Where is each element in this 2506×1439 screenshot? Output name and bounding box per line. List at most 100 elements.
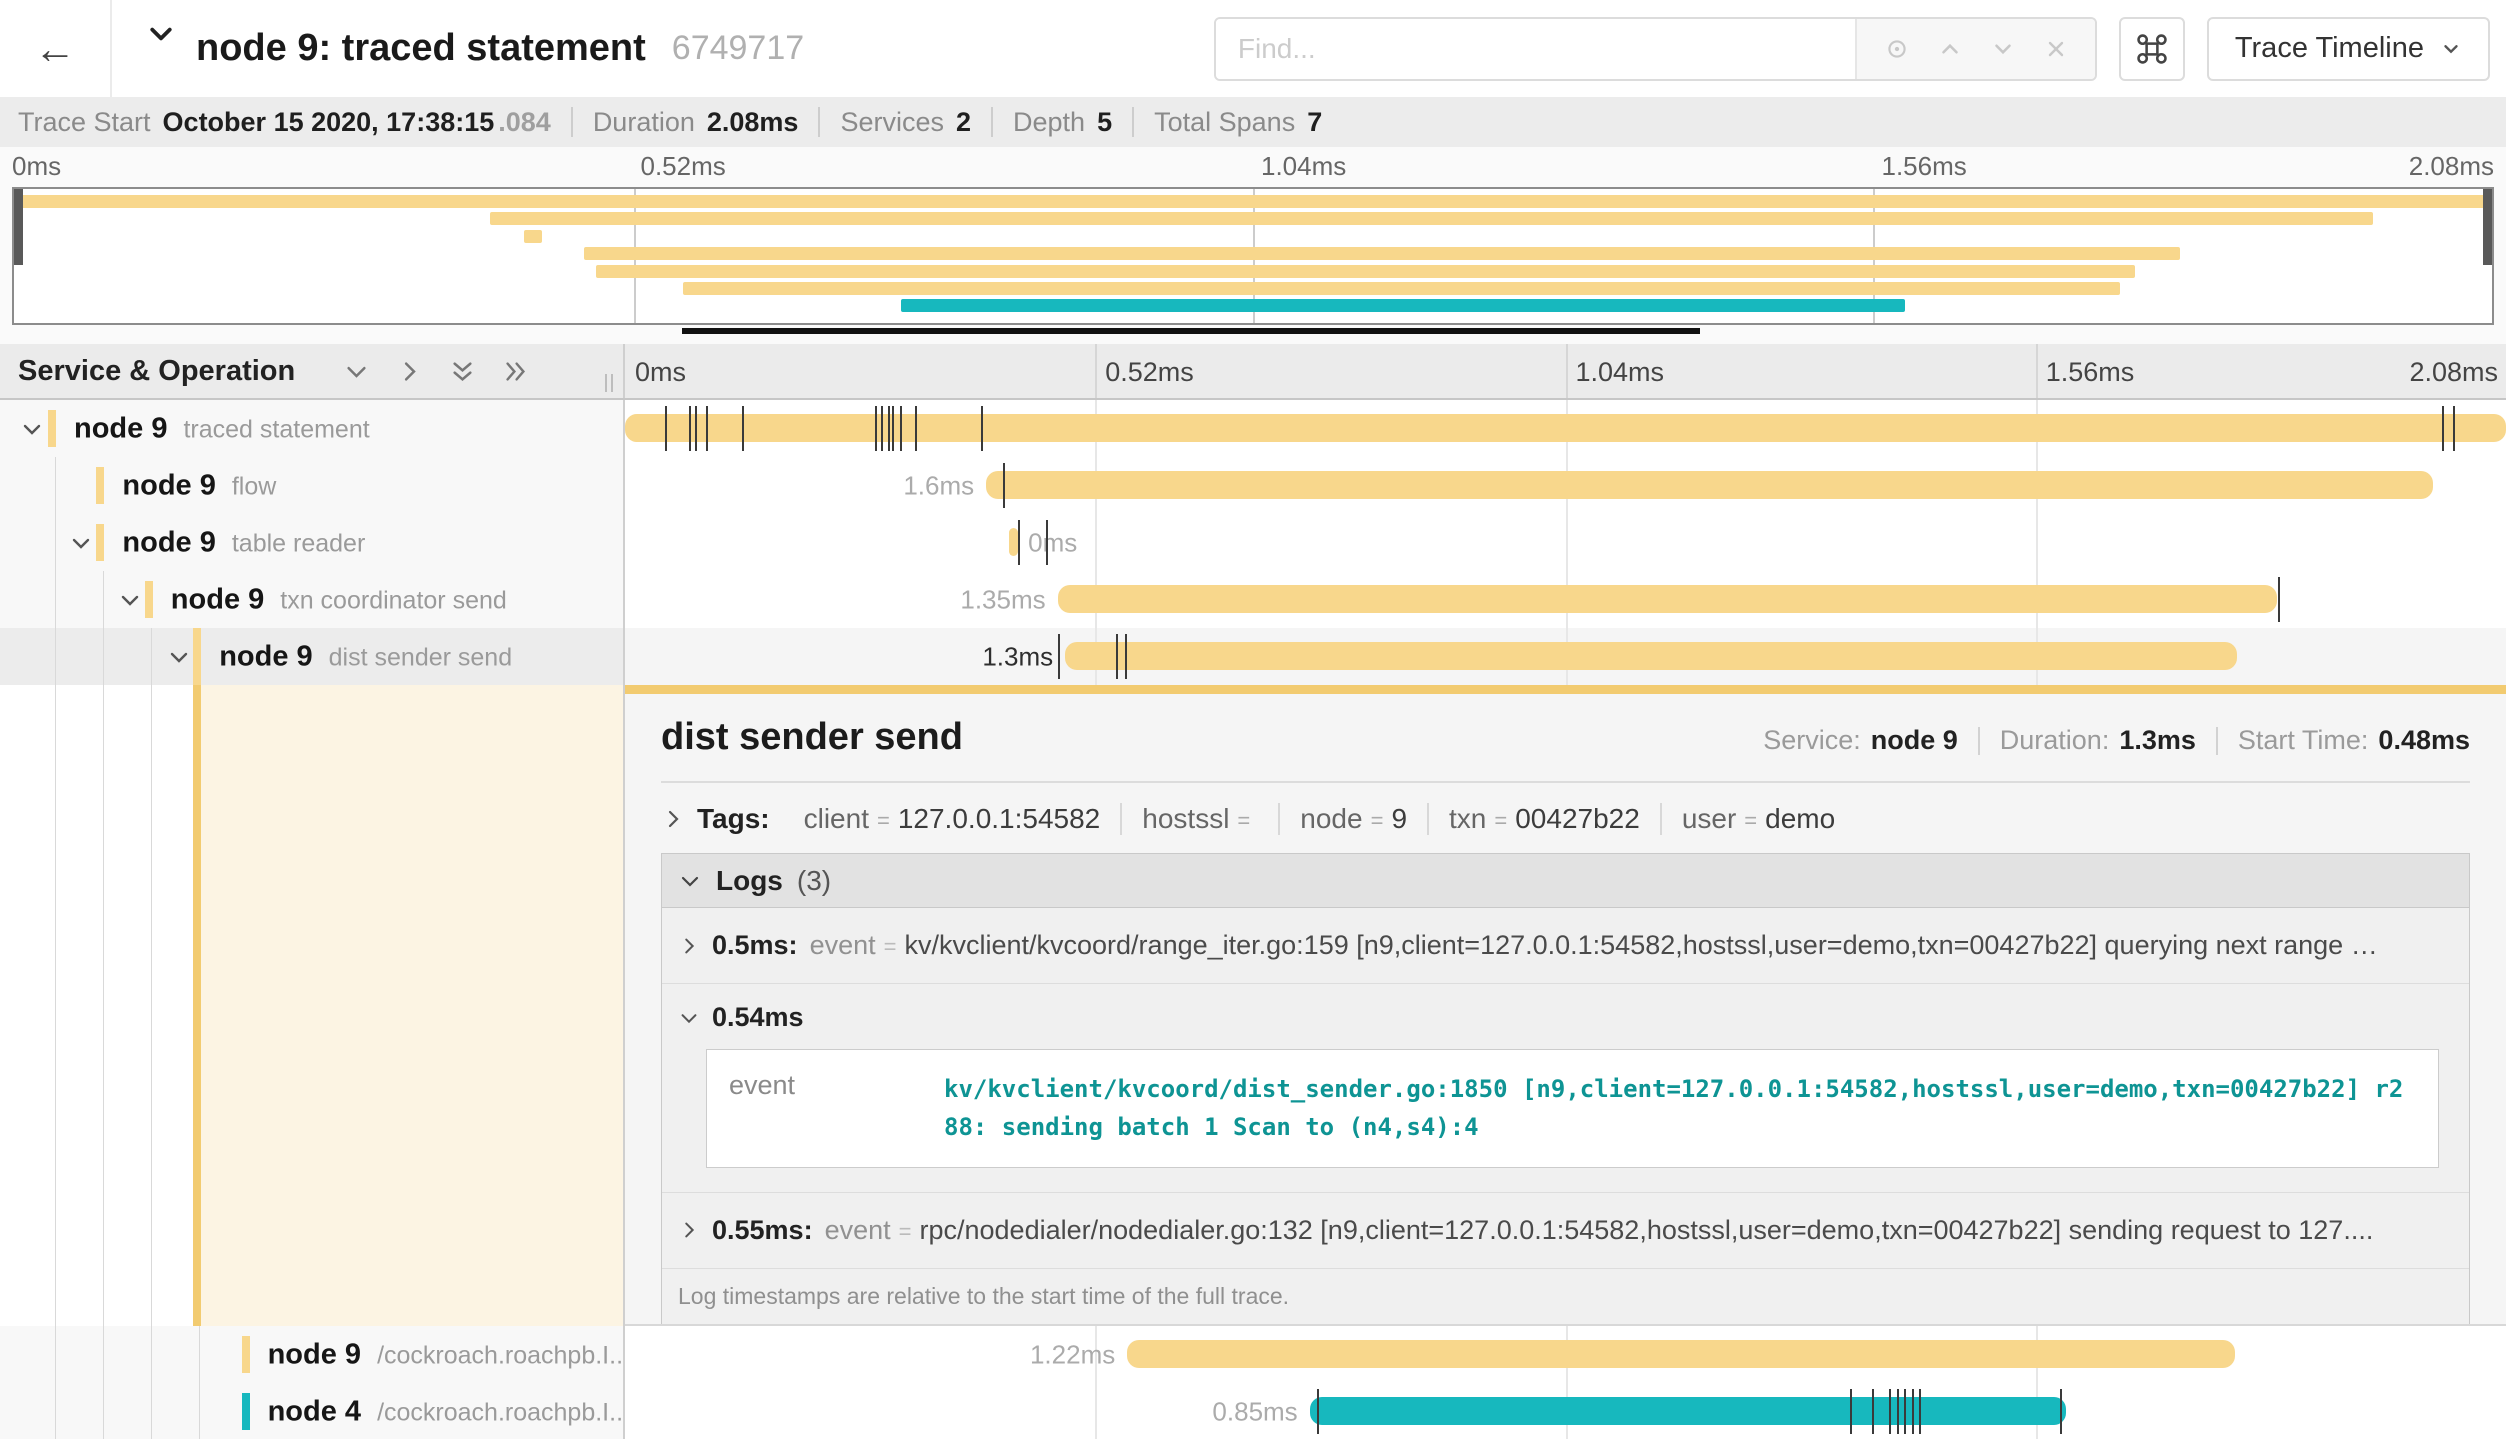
span-row[interactable]: node 9/cockroach.roachpb.I...1.22ms bbox=[0, 1326, 2506, 1383]
span-toggle-chevron-down-icon[interactable] bbox=[118, 588, 142, 612]
tag-pill[interactable]: hostssl= bbox=[1120, 803, 1278, 835]
span-row-name-cell[interactable]: node 9txn coordinator send bbox=[0, 571, 625, 628]
span-row[interactable]: node 9flow1.6ms bbox=[0, 457, 2506, 514]
trace-collapse-chevron-down-icon[interactable] bbox=[146, 19, 176, 49]
span-toggle-chevron-down-icon[interactable] bbox=[167, 645, 191, 669]
log-marker bbox=[1046, 520, 1048, 565]
collapse-controls bbox=[343, 358, 529, 385]
span-color-bar bbox=[145, 581, 153, 618]
log-entry-expanded: 0.54ms event kv/kvclient/kvcoord/dist_se… bbox=[662, 984, 2469, 1193]
expand-one-chevron-right-icon[interactable] bbox=[396, 358, 423, 385]
back-button[interactable]: ← bbox=[0, 0, 112, 97]
locate-icon[interactable] bbox=[1884, 36, 1910, 62]
span-name: node 9traced statement bbox=[74, 412, 370, 445]
span-row-timeline-cell[interactable] bbox=[625, 400, 2506, 457]
minimap-canvas[interactable] bbox=[12, 187, 2494, 325]
span-row-name-cell[interactable]: node 9table reader bbox=[0, 514, 625, 571]
span-row-name-cell[interactable]: node 9/cockroach.roachpb.I... bbox=[0, 1326, 625, 1383]
log-marker bbox=[1125, 634, 1127, 679]
span-row-name-cell[interactable]: node 9traced statement bbox=[0, 400, 625, 457]
span-toggle-chevron-down-icon[interactable] bbox=[69, 531, 93, 555]
span-duration-bar[interactable] bbox=[1058, 585, 2277, 613]
expand-all-double-chevron-right-icon[interactable] bbox=[502, 358, 529, 385]
tags-row[interactable]: Tags: client=127.0.0.1:54582hostssl=node… bbox=[661, 803, 2470, 835]
log-marker bbox=[892, 406, 894, 451]
detail-service-label: Service: bbox=[1763, 725, 1861, 756]
summary-divider bbox=[1132, 107, 1134, 137]
span-duration-label: 1.3ms bbox=[982, 641, 1053, 672]
span-row-timeline-cell[interactable]: 0.85ms bbox=[625, 1383, 2506, 1439]
tag-key: txn bbox=[1449, 803, 1486, 835]
span-row-name-cell[interactable]: node 9flow bbox=[0, 457, 625, 514]
indent-guide bbox=[103, 1326, 104, 1383]
span-row-timeline-cell[interactable]: 1.6ms bbox=[625, 457, 2506, 514]
span-row-timeline-cell[interactable]: 1.3ms bbox=[625, 628, 2506, 685]
span-color-bar bbox=[242, 1336, 250, 1373]
span-row-name-cell[interactable]: node 9dist sender send bbox=[0, 628, 625, 685]
column-resize-grip[interactable] bbox=[605, 374, 613, 392]
logs-chevron-down-icon bbox=[678, 869, 702, 893]
prev-result-chevron-up-icon[interactable] bbox=[1937, 36, 1963, 62]
logs-header[interactable]: Logs (3) bbox=[662, 854, 2469, 908]
summary-item-value: 2 bbox=[956, 107, 971, 138]
span-duration-bar[interactable] bbox=[625, 414, 2506, 442]
tag-pill[interactable]: node=9 bbox=[1278, 803, 1427, 835]
tag-equals: = bbox=[877, 808, 890, 834]
collapse-one-chevron-down-icon[interactable] bbox=[343, 358, 370, 385]
summary-item: Services2 bbox=[840, 107, 971, 138]
tag-pill[interactable]: client=127.0.0.1:54582 bbox=[784, 803, 1121, 835]
detail-span-title: dist sender send bbox=[661, 716, 963, 759]
next-result-chevron-down-icon[interactable] bbox=[1990, 36, 2016, 62]
span-name: node 9dist sender send bbox=[219, 640, 512, 673]
span-row[interactable]: node 9table reader0ms bbox=[0, 514, 2506, 571]
chevron-down-icon bbox=[2440, 38, 2462, 60]
span-duration-bar[interactable] bbox=[1310, 1397, 2066, 1425]
span-row-timeline-cell[interactable]: 1.22ms bbox=[625, 1326, 2506, 1383]
span-name: node 4/cockroach.roachpb.I... bbox=[268, 1395, 625, 1428]
indent-guide bbox=[55, 1326, 56, 1383]
tags-chevron-right-icon[interactable] bbox=[661, 807, 685, 831]
log-entry[interactable]: 0.5ms: event = kv/kvclient/kvcoord/range… bbox=[662, 908, 2469, 984]
minimap-left-drag-handle[interactable] bbox=[14, 189, 23, 265]
minimap-right-drag-handle[interactable] bbox=[2483, 189, 2492, 265]
view-selector-button[interactable]: Trace Timeline bbox=[2207, 17, 2490, 81]
log-entry-expanded-header[interactable]: 0.54ms bbox=[662, 984, 2469, 1043]
span-row[interactable]: node 9dist sender send 1.3ms bbox=[0, 628, 2506, 685]
detail-service-value: node 9 bbox=[1871, 725, 1958, 756]
indent-guide bbox=[55, 628, 56, 685]
span-duration-bar[interactable] bbox=[1127, 1340, 2235, 1368]
collapse-all-double-chevron-down-icon[interactable] bbox=[449, 358, 476, 385]
tag-pill[interactable]: txn=00427b22 bbox=[1427, 803, 1660, 835]
log-marker bbox=[1912, 1389, 1914, 1434]
span-duration-label: 1.35ms bbox=[960, 584, 1045, 615]
span-row-timeline-cell[interactable]: 0ms bbox=[625, 514, 2506, 571]
span-duration-bar[interactable] bbox=[1065, 642, 2237, 670]
span-row[interactable]: node 9txn coordinator send 1.35ms bbox=[0, 571, 2506, 628]
log-marker bbox=[1919, 1389, 1921, 1434]
log-entry[interactable]: 0.55ms: event = rpc/nodedialer/nodediale… bbox=[662, 1193, 2469, 1269]
span-duration-bar[interactable] bbox=[986, 471, 2432, 499]
tag-pill[interactable]: user=demo bbox=[1660, 803, 1855, 835]
keyboard-shortcuts-button[interactable] bbox=[2119, 17, 2185, 81]
span-duration-bar[interactable] bbox=[1009, 528, 1018, 556]
log-marker bbox=[2442, 406, 2444, 451]
minimap-viewport-indicator[interactable] bbox=[682, 328, 1700, 334]
span-operation-name: /cockroach.roachpb.I... bbox=[377, 1398, 625, 1427]
span-service-name: node 9 bbox=[122, 469, 215, 502]
span-operation-name: /cockroach.roachpb.I... bbox=[377, 1341, 625, 1370]
span-row[interactable]: node 4/cockroach.roachpb.I...0.85ms bbox=[0, 1383, 2506, 1439]
clear-search-close-icon[interactable] bbox=[2044, 37, 2068, 61]
page-title: node 9: traced statement bbox=[196, 27, 646, 70]
timeline-tick-label: 1.56ms bbox=[2036, 357, 2135, 388]
span-service-name: node 9 bbox=[122, 526, 215, 559]
summary-item: Duration2.08ms bbox=[593, 107, 799, 138]
log-marker bbox=[2453, 406, 2455, 451]
find-input[interactable] bbox=[1216, 19, 1855, 79]
log-marker bbox=[665, 406, 667, 451]
span-row-timeline-cell[interactable]: 1.35ms bbox=[625, 571, 2506, 628]
span-toggle-chevron-down-icon[interactable] bbox=[20, 417, 44, 441]
log-marker bbox=[1116, 634, 1118, 679]
log-marker bbox=[1889, 1389, 1891, 1434]
span-row-name-cell[interactable]: node 4/cockroach.roachpb.I... bbox=[0, 1383, 625, 1439]
span-row[interactable]: node 9traced statement bbox=[0, 400, 2506, 457]
